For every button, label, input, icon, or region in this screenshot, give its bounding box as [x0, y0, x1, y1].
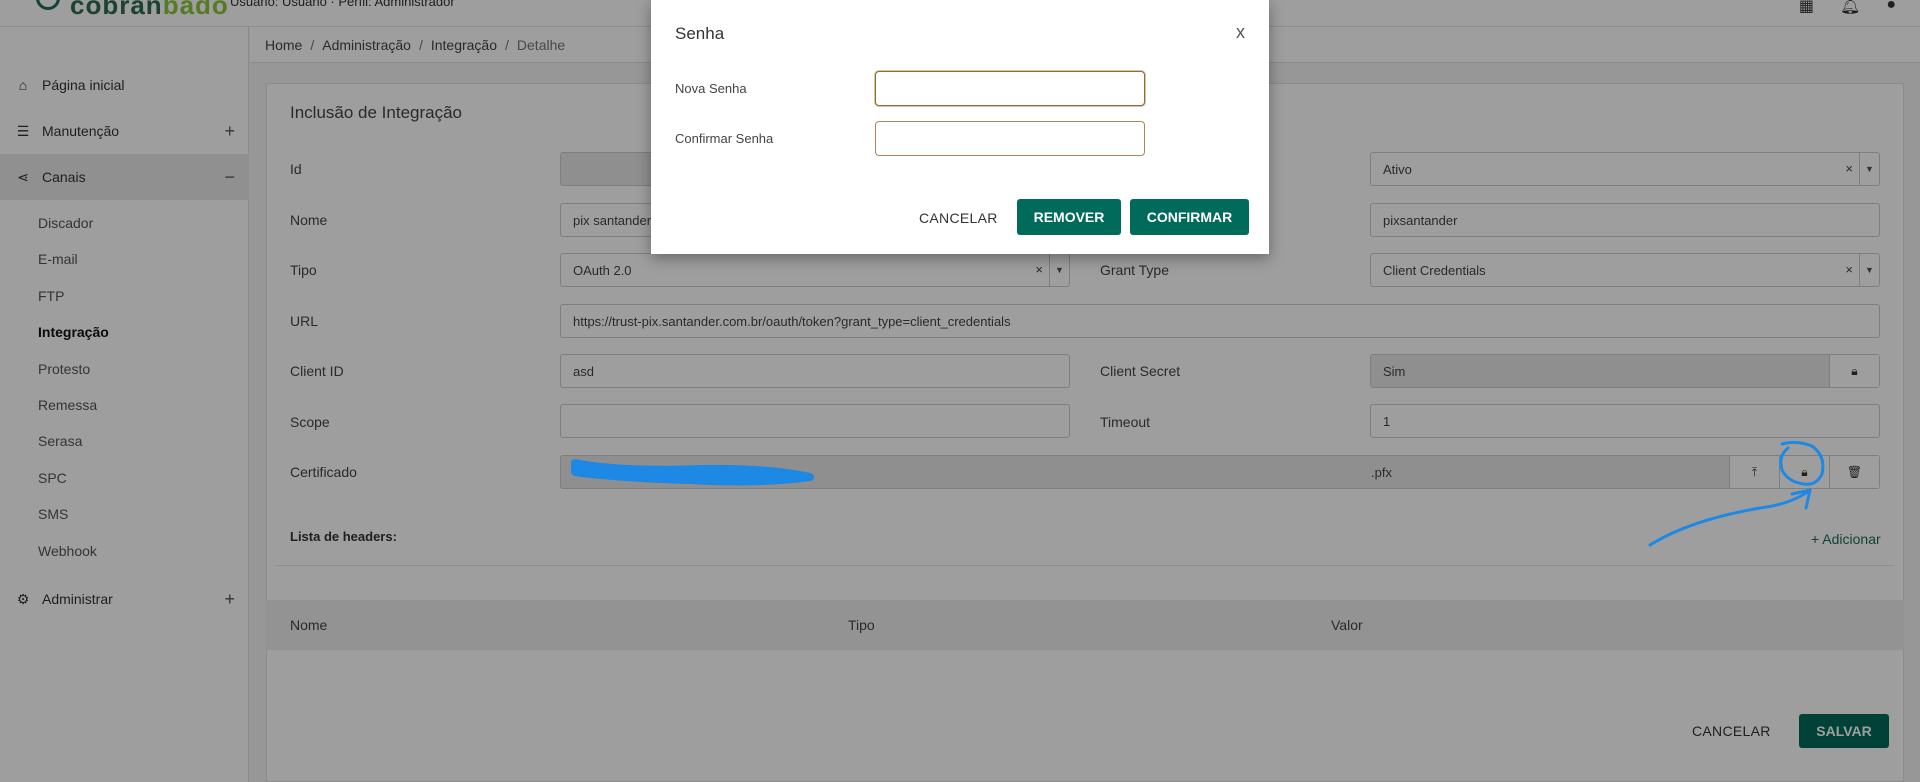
modal-cancel-button[interactable]: CANCELAR: [919, 210, 998, 226]
new-password-input[interactable]: [875, 71, 1145, 106]
confirm-password-input[interactable]: [875, 121, 1145, 156]
new-password-label: Nova Senha: [675, 81, 747, 96]
close-icon[interactable]: x: [1236, 22, 1245, 43]
confirm-password-label: Confirmar Senha: [675, 131, 774, 146]
remove-button[interactable]: REMOVER: [1017, 199, 1121, 235]
confirm-button[interactable]: CONFIRMAR: [1130, 199, 1249, 235]
password-modal: Senha x Nova Senha Confirmar Senha CANCE…: [651, 0, 1269, 254]
modal-title: Senha: [675, 24, 725, 43]
